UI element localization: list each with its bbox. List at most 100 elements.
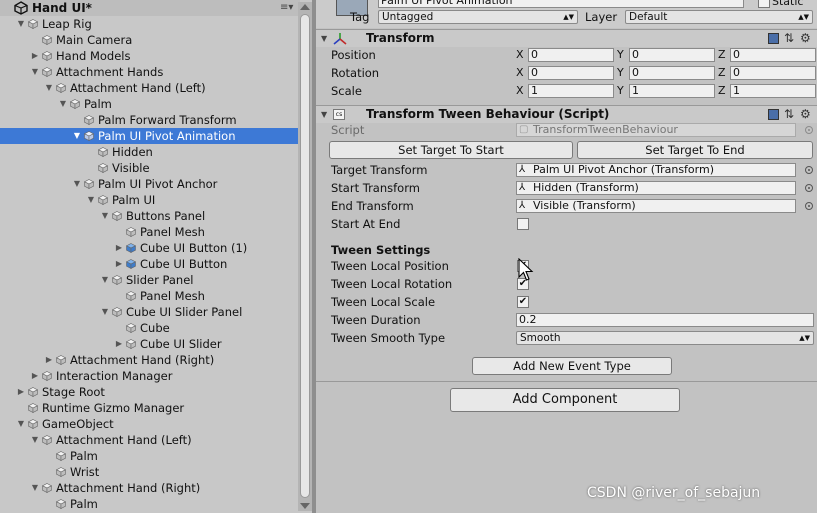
- hierarchy-row[interactable]: Hidden: [0, 144, 300, 160]
- transform-x-field[interactable]: 0: [528, 48, 614, 62]
- hierarchy-menu-icon[interactable]: ≡▾: [280, 0, 293, 16]
- hierarchy-row[interactable]: ▼ Cube UI Slider Panel: [0, 304, 300, 320]
- gear-icon[interactable]: ⚙: [800, 31, 811, 45]
- hierarchy-row[interactable]: ▼ Palm UI Pivot Animation: [0, 128, 300, 144]
- help-book-icon[interactable]: [768, 33, 779, 44]
- hierarchy-scrollbar[interactable]: [298, 2, 312, 511]
- hierarchy-row[interactable]: ▼ Attachment Hands: [0, 64, 300, 80]
- expand-down-arrow-icon[interactable]: ▼: [100, 208, 110, 224]
- expand-down-arrow-icon[interactable]: ▼: [44, 80, 54, 96]
- expand-down-arrow-icon[interactable]: ▼: [72, 176, 82, 192]
- axis-y-label[interactable]: Y: [617, 47, 624, 63]
- tag-dropdown[interactable]: Untagged ▲▼: [378, 10, 578, 24]
- hierarchy-row[interactable]: ▼ Palm UI: [0, 192, 300, 208]
- transform-header[interactable]: ▼ Transform ⇅ ⚙: [316, 29, 817, 47]
- scroll-down-arrow-icon[interactable]: [300, 503, 310, 509]
- expand-down-arrow-icon[interactable]: ▼: [30, 432, 40, 448]
- hierarchy-row[interactable]: Palm Forward Transform: [0, 112, 300, 128]
- static-checkbox[interactable]: [758, 0, 770, 8]
- hierarchy-row[interactable]: ▼ Buttons Panel: [0, 208, 300, 224]
- hierarchy-row[interactable]: Panel Mesh: [0, 288, 300, 304]
- hierarchy-row[interactable]: Palm: [0, 496, 300, 512]
- scroll-up-arrow-icon[interactable]: [300, 4, 310, 10]
- hierarchy-row[interactable]: Visible: [0, 160, 300, 176]
- hierarchy-row[interactable]: ▼ Attachment Hand (Left): [0, 80, 300, 96]
- tween-smooth-type-dropdown[interactable]: Smooth ▲▼: [516, 331, 814, 345]
- hierarchy-row[interactable]: ▶ Attachment Hand (Right): [0, 352, 300, 368]
- expand-right-arrow-icon[interactable]: ▶: [30, 368, 40, 384]
- transform-z-field[interactable]: 1: [730, 84, 816, 98]
- end-transform-field[interactable]: ⅄ Visible (Transform): [516, 199, 796, 213]
- axis-z-label[interactable]: Z: [718, 83, 726, 99]
- start-transform-field[interactable]: ⅄ Hidden (Transform): [516, 181, 796, 195]
- expand-right-arrow-icon[interactable]: ▶: [30, 48, 40, 64]
- hierarchy-row[interactable]: ▼ Palm: [0, 96, 300, 112]
- tween-local-scale-checkbox[interactable]: ✔: [517, 296, 529, 308]
- hierarchy-row[interactable]: Main Camera: [0, 32, 300, 48]
- layer-dropdown[interactable]: Default ▲▼: [625, 10, 813, 24]
- object-picker-icon[interactable]: [805, 202, 813, 210]
- hierarchy-row[interactable]: ▼ GameObject: [0, 416, 300, 432]
- gear-icon[interactable]: ⚙: [800, 107, 811, 121]
- set-target-to-start-button[interactable]: Set Target To Start: [329, 141, 573, 159]
- tween-header[interactable]: ▼ cs Transform Tween Behaviour (Script) …: [316, 105, 817, 123]
- object-picker-icon[interactable]: [805, 166, 813, 174]
- expand-down-arrow-icon[interactable]: ▼: [16, 416, 26, 432]
- axis-z-label[interactable]: Z: [718, 65, 726, 81]
- help-book-icon[interactable]: [768, 109, 779, 120]
- hierarchy-row[interactable]: ▶ Cube UI Button: [0, 256, 300, 272]
- foldout-arrow-icon[interactable]: ▼: [321, 106, 327, 123]
- transform-x-field[interactable]: 1: [528, 84, 614, 98]
- preset-icon[interactable]: ⇅: [784, 107, 794, 121]
- transform-y-field[interactable]: 0: [629, 48, 715, 62]
- scrollbar-thumb[interactable]: [300, 14, 310, 498]
- gameobject-name-field[interactable]: Palm UI Pivot Animation: [378, 0, 744, 8]
- transform-y-field[interactable]: 1: [629, 84, 715, 98]
- transform-z-field[interactable]: 0: [730, 66, 816, 80]
- transform-y-field[interactable]: 0: [629, 66, 715, 80]
- hierarchy-row[interactable]: Runtime Gizmo Manager: [0, 400, 300, 416]
- axis-x-label[interactable]: X: [516, 65, 524, 81]
- axis-z-label[interactable]: Z: [718, 47, 726, 63]
- transform-x-field[interactable]: 0: [528, 66, 614, 80]
- axis-y-label[interactable]: Y: [617, 65, 624, 81]
- expand-down-arrow-icon[interactable]: ▼: [16, 16, 26, 32]
- expand-right-arrow-icon[interactable]: ▶: [114, 256, 124, 272]
- hierarchy-row[interactable]: ▶ Stage Root: [0, 384, 300, 400]
- expand-right-arrow-icon[interactable]: ▶: [44, 352, 54, 368]
- expand-down-arrow-icon[interactable]: ▼: [72, 128, 82, 144]
- expand-right-arrow-icon[interactable]: ▶: [16, 384, 26, 400]
- hierarchy-row[interactable]: ▼ Attachment Hand (Right): [0, 480, 300, 496]
- foldout-arrow-icon[interactable]: ▼: [321, 30, 327, 47]
- axis-x-label[interactable]: X: [516, 83, 524, 99]
- hierarchy-row[interactable]: Wrist: [0, 464, 300, 480]
- preset-icon[interactable]: ⇅: [784, 31, 794, 45]
- set-target-to-end-button[interactable]: Set Target To End: [577, 141, 813, 159]
- axis-y-label[interactable]: Y: [617, 83, 624, 99]
- hierarchy-row[interactable]: Cube: [0, 320, 300, 336]
- hierarchy-row[interactable]: ▼ Attachment Hand (Left): [0, 432, 300, 448]
- hierarchy-row[interactable]: Palm: [0, 448, 300, 464]
- hierarchy-row[interactable]: ▼ Slider Panel: [0, 272, 300, 288]
- hierarchy-row[interactable]: ▼ Leap Rig: [0, 16, 300, 32]
- start-at-end-checkbox[interactable]: [517, 218, 529, 230]
- transform-z-field[interactable]: 0: [730, 48, 816, 62]
- object-picker-icon[interactable]: [805, 184, 813, 192]
- hierarchy-row[interactable]: Panel Mesh: [0, 224, 300, 240]
- expand-down-arrow-icon[interactable]: ▼: [86, 192, 96, 208]
- add-component-button[interactable]: Add Component: [450, 388, 680, 412]
- hierarchy-row[interactable]: ▶ Interaction Manager: [0, 368, 300, 384]
- expand-down-arrow-icon[interactable]: ▼: [100, 272, 110, 288]
- expand-down-arrow-icon[interactable]: ▼: [100, 304, 110, 320]
- add-new-event-type-button[interactable]: Add New Event Type: [472, 357, 672, 375]
- hierarchy-row[interactable]: ▼ Palm UI Pivot Anchor: [0, 176, 300, 192]
- expand-down-arrow-icon[interactable]: ▼: [58, 96, 68, 112]
- hierarchy-row[interactable]: ▶ Cube UI Slider: [0, 336, 300, 352]
- expand-right-arrow-icon[interactable]: ▶: [114, 336, 124, 352]
- axis-x-label[interactable]: X: [516, 47, 524, 63]
- expand-right-arrow-icon[interactable]: ▶: [114, 240, 124, 256]
- expand-down-arrow-icon[interactable]: ▼: [30, 64, 40, 80]
- expand-down-arrow-icon[interactable]: ▼: [30, 480, 40, 496]
- hierarchy-row[interactable]: ▶ Cube UI Button (1): [0, 240, 300, 256]
- hierarchy-row[interactable]: ▶ Hand Models: [0, 48, 300, 64]
